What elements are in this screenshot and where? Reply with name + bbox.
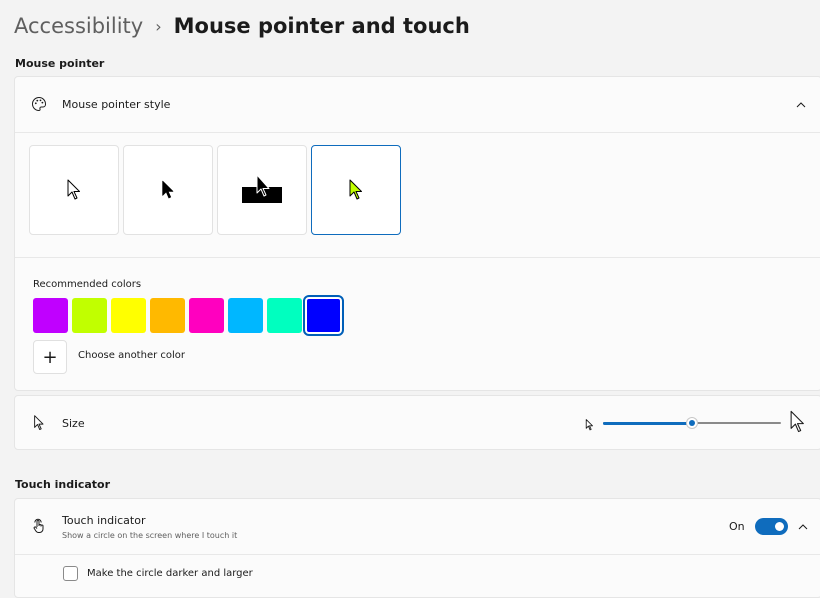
touch-indicator-card: Touch indicator Show a circle on the scr… bbox=[14, 498, 820, 598]
divider bbox=[15, 257, 820, 258]
chevron-up-icon[interactable] bbox=[795, 519, 811, 535]
color-swatch-blue[interactable] bbox=[303, 295, 344, 336]
color-swatch-aqua[interactable] bbox=[267, 298, 302, 333]
breadcrumb-accessibility[interactable]: Accessibility bbox=[14, 14, 143, 38]
slider-thumb[interactable] bbox=[687, 418, 697, 428]
size-slider[interactable] bbox=[603, 416, 781, 430]
breadcrumb-separator: › bbox=[155, 16, 162, 36]
small-pointer-icon bbox=[585, 416, 594, 435]
darker-circle-checkbox[interactable] bbox=[63, 566, 78, 581]
large-pointer-icon bbox=[789, 410, 806, 438]
slider-fill bbox=[603, 421, 692, 425]
color-swatch-yellow[interactable] bbox=[111, 298, 146, 333]
mouse-pointer-style-label: Mouse pointer style bbox=[62, 98, 171, 111]
pointer-style-black[interactable] bbox=[123, 145, 213, 235]
darker-circle-label[interactable]: Make the circle darker and larger bbox=[87, 568, 253, 579]
touch-indicator-label: Touch indicator bbox=[62, 514, 146, 527]
choose-another-color-button[interactable]: + bbox=[33, 340, 67, 374]
toggle-knob bbox=[775, 522, 784, 531]
custom-color-pointer-icon bbox=[349, 179, 362, 200]
color-swatch-sky-blue[interactable] bbox=[228, 298, 263, 333]
color-swatch-purple[interactable] bbox=[33, 298, 68, 333]
size-label: Size bbox=[62, 417, 85, 430]
color-swatch-lime[interactable] bbox=[72, 298, 107, 333]
touch-indicator-description: Show a circle on the screen where I touc… bbox=[62, 531, 238, 540]
mouse-pointer-style-header[interactable]: Mouse pointer style bbox=[15, 77, 820, 132]
pointer-icon bbox=[31, 415, 47, 431]
inverted-pointer-icon bbox=[242, 174, 282, 203]
divider bbox=[15, 132, 820, 133]
page-title: Mouse pointer and touch bbox=[173, 14, 470, 38]
touch-indicator-toggle[interactable] bbox=[755, 518, 788, 535]
mouse-pointer-style-card: Mouse pointer style Recommended colors +… bbox=[14, 76, 820, 391]
white-pointer-icon bbox=[67, 179, 80, 200]
recommended-colors-label: Recommended colors bbox=[33, 279, 142, 290]
pointer-style-options bbox=[29, 145, 429, 235]
touch-icon bbox=[31, 518, 47, 534]
page-title-bar: Accessibility › Mouse pointer and touch bbox=[14, 8, 470, 44]
black-pointer-icon bbox=[162, 180, 174, 199]
plus-icon: + bbox=[42, 346, 58, 368]
size-card: Size bbox=[14, 395, 820, 450]
palette-icon bbox=[31, 96, 47, 112]
toggle-state-label: On bbox=[729, 520, 745, 533]
color-swatch-gold[interactable] bbox=[150, 298, 185, 333]
section-label-mouse-pointer: Mouse pointer bbox=[15, 57, 105, 70]
pointer-style-white[interactable] bbox=[29, 145, 119, 235]
pointer-style-inverted[interactable] bbox=[217, 145, 307, 235]
divider bbox=[15, 554, 820, 555]
chevron-up-icon[interactable] bbox=[793, 97, 809, 113]
color-swatches bbox=[33, 295, 345, 336]
touch-indicator-header[interactable]: Touch indicator Show a circle on the scr… bbox=[15, 499, 820, 554]
pointer-style-custom[interactable] bbox=[311, 145, 401, 235]
color-swatch-pink[interactable] bbox=[189, 298, 224, 333]
section-label-touch-indicator: Touch indicator bbox=[15, 478, 111, 491]
choose-another-color-label[interactable]: Choose another color bbox=[78, 350, 185, 361]
